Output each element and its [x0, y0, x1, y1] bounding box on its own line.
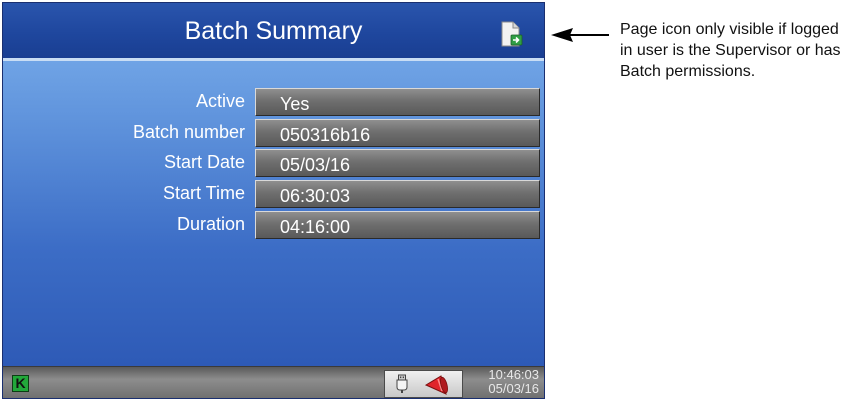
field-row-start-time: Start Time 06:30:03 — [3, 180, 544, 210]
clock-readout: 10:46:03 05/03/16 — [488, 368, 539, 396]
field-row-start-date: Start Date 05/03/16 — [3, 149, 544, 179]
batch-summary-screen: Batch Summary Active Yes Batch number 05… — [2, 2, 545, 399]
clock-date: 05/03/16 — [488, 381, 539, 396]
field-label-batch-number: Batch number — [132, 122, 245, 142]
title-bar: Batch Summary — [3, 3, 544, 61]
field-value-duration[interactable]: 04:16:00 — [255, 211, 540, 239]
field-value-start-time[interactable]: 06:30:03 — [255, 180, 540, 208]
field-label-start-time: Start Time — [162, 183, 245, 203]
field-label-active: Active — [195, 91, 245, 111]
page-export-icon[interactable] — [501, 21, 523, 47]
field-value-active[interactable]: Yes — [255, 88, 540, 116]
annotation-note: Page icon only visible if logged in user… — [620, 21, 841, 80]
field-value-batch-number[interactable]: 050316b16 — [255, 119, 540, 147]
field-row-duration: Duration 04:16:00 — [3, 211, 544, 241]
page-title: Batch Summary — [184, 17, 363, 45]
field-row-batch-number: Batch number 050316b16 — [3, 119, 544, 149]
field-value-start-date[interactable]: 05/03/16 — [255, 149, 540, 177]
clock-time: 10:46:03 — [488, 367, 539, 382]
annotation-arrow-icon — [551, 25, 611, 45]
status-bar: K 10:46:03 05/03/16 — [3, 366, 544, 398]
alarm-indicator-button[interactable] — [384, 370, 463, 398]
alarm-siren-icon — [423, 374, 451, 396]
field-label-start-date: Start Date — [163, 152, 245, 172]
field-label-duration: Duration — [176, 214, 245, 234]
field-row-active: Active Yes — [3, 88, 544, 118]
logo-k-button[interactable]: K — [12, 375, 29, 392]
usb-icon — [395, 374, 409, 394]
